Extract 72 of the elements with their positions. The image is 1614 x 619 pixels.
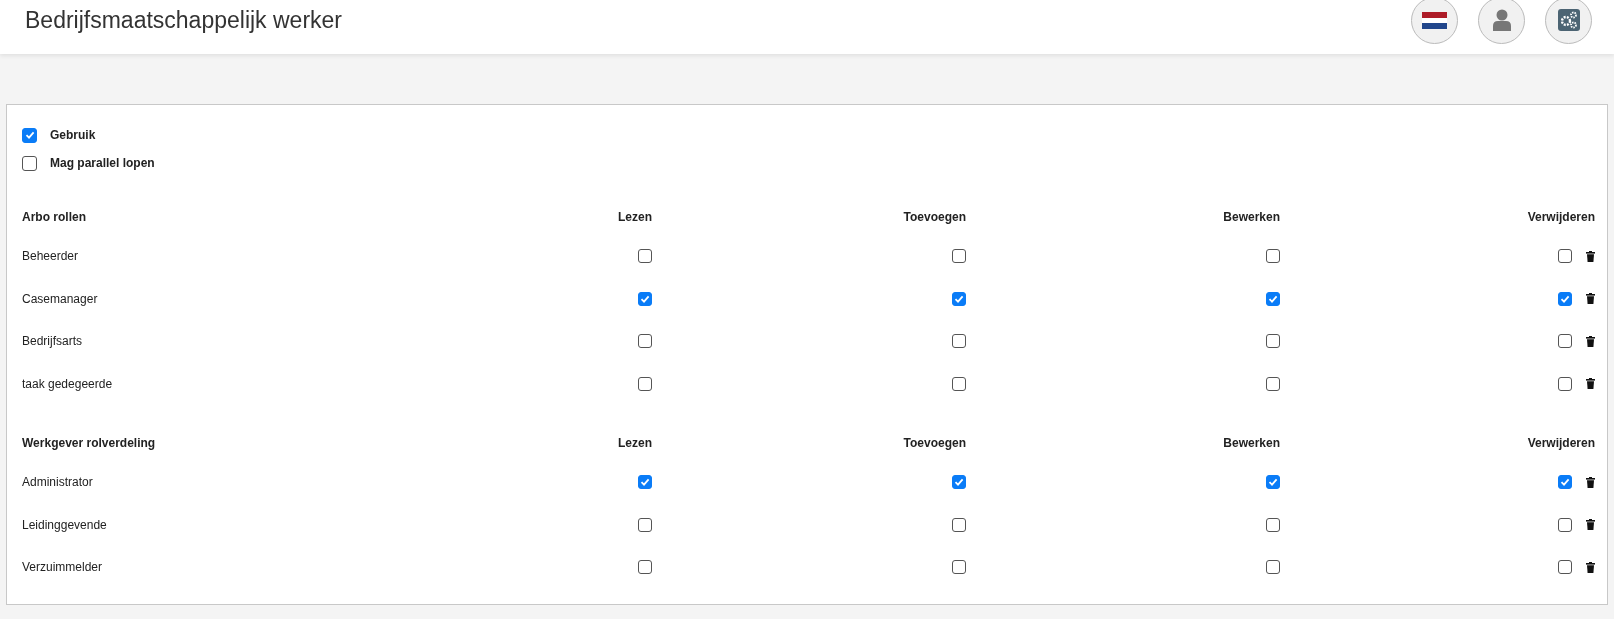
checkbox[interactable] — [638, 376, 652, 391]
checkbox[interactable] — [1558, 475, 1572, 490]
checkbox[interactable] — [1266, 334, 1280, 349]
role-name: Verzuimmelder — [22, 560, 103, 575]
user-icon — [1492, 9, 1511, 31]
checkbox[interactable] — [1266, 475, 1280, 490]
checkbox[interactable] — [638, 249, 652, 264]
role-name: taak gedegeerde — [22, 376, 113, 391]
checkbox[interactable] — [1558, 334, 1572, 349]
trash-icon[interactable] — [1586, 378, 1595, 390]
section-heading: Werkgever rolverdeling — [22, 435, 157, 452]
checkbox[interactable] — [638, 475, 652, 490]
checkbox[interactable] — [1266, 376, 1280, 391]
option-label: Gebruik — [50, 128, 96, 142]
role-name: Casemanager — [22, 291, 98, 306]
page-title: Bedrijfsmaatschappelijk werker — [25, 6, 343, 34]
trash-icon[interactable] — [1586, 561, 1595, 573]
checkbox[interactable] — [638, 334, 652, 349]
option-label: Mag parallel lopen — [50, 156, 155, 170]
checkbox[interactable] — [638, 560, 652, 575]
trash-icon[interactable] — [1586, 476, 1595, 488]
checkbox[interactable] — [952, 560, 966, 575]
check-icon — [1560, 293, 1570, 304]
column-heading: Verwijderen — [1527, 210, 1595, 224]
section-heading: Arbo rollen — [22, 209, 87, 226]
column-heading: Toevoegen — [903, 210, 966, 224]
column-heading: Lezen — [618, 436, 652, 450]
checkbox[interactable] — [1558, 291, 1572, 306]
check-icon — [1268, 477, 1278, 488]
user-button[interactable] — [1478, 0, 1525, 44]
checkbox[interactable] — [952, 249, 966, 264]
trash-icon[interactable] — [1586, 519, 1595, 531]
checkbox[interactable] — [952, 517, 966, 532]
checkbox[interactable] — [22, 127, 37, 143]
trash-icon[interactable] — [1586, 250, 1595, 262]
role-name: Beheerder — [22, 249, 79, 264]
check-icon — [954, 477, 964, 488]
checkbox[interactable] — [1558, 376, 1572, 391]
check-icon — [1560, 477, 1570, 488]
checkbox[interactable] — [952, 376, 966, 391]
checkbox[interactable] — [638, 517, 652, 532]
check-icon — [640, 477, 650, 488]
checkbox[interactable] — [1558, 517, 1572, 532]
checkbox[interactable] — [1266, 291, 1280, 306]
checkbox[interactable] — [1266, 560, 1280, 575]
role-name: Administrator — [22, 475, 93, 490]
check-icon — [954, 293, 964, 304]
checkbox[interactable] — [1266, 249, 1280, 264]
checkbox[interactable] — [952, 334, 966, 349]
check-icon — [24, 130, 35, 140]
column-heading: Bewerken — [1223, 436, 1280, 450]
checkbox[interactable] — [22, 155, 37, 171]
language-button[interactable] — [1411, 0, 1458, 44]
checkbox[interactable] — [638, 291, 652, 306]
column-heading: Verwijderen — [1527, 436, 1595, 450]
column-heading: Toevoegen — [903, 436, 966, 450]
check-icon — [1268, 293, 1278, 304]
flag-icon — [1422, 11, 1447, 29]
checkbox[interactable] — [952, 291, 966, 306]
check-icon — [640, 293, 650, 304]
settings-icon — [1557, 9, 1580, 31]
checkbox[interactable] — [952, 475, 966, 490]
checkbox[interactable] — [1266, 517, 1280, 532]
checkbox[interactable] — [1558, 249, 1572, 264]
role-name: Bedrijfsarts — [22, 334, 83, 349]
column-heading: Lezen — [618, 210, 652, 224]
settings-button[interactable] — [1545, 0, 1592, 44]
role-name: Leidinggevende — [22, 517, 107, 532]
trash-icon[interactable] — [1586, 335, 1595, 347]
column-heading: Bewerken — [1223, 210, 1280, 224]
trash-icon[interactable] — [1586, 293, 1595, 305]
checkbox[interactable] — [1558, 560, 1572, 575]
